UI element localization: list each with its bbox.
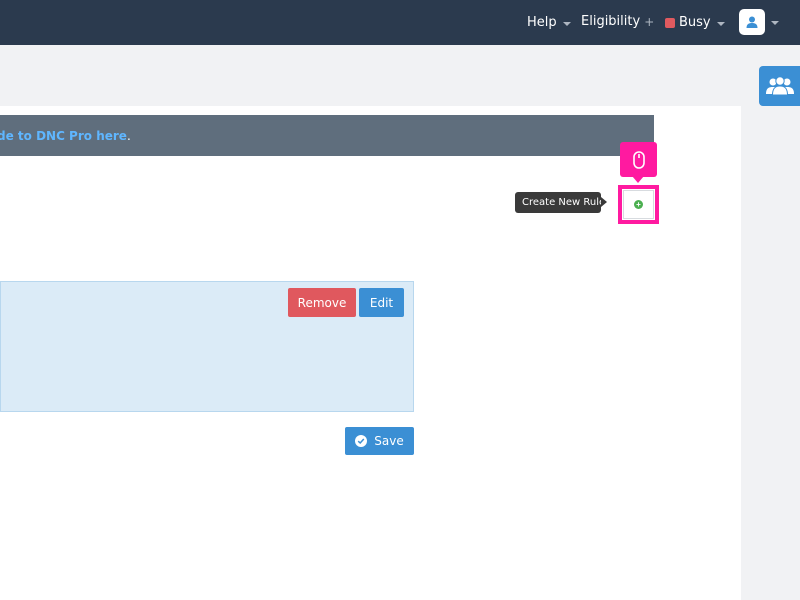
remove-button[interactable]: Remove	[288, 288, 356, 317]
eligibility-label: Eligibility	[581, 14, 641, 29]
plus-circle-icon: +	[634, 200, 643, 209]
status-label: Busy	[679, 15, 711, 30]
upgrade-banner: de to DNC Pro here.	[0, 115, 654, 156]
create-rule-tooltip: Create New Rule	[515, 192, 601, 213]
check-circle-icon	[355, 435, 368, 447]
user-icon	[746, 16, 758, 28]
help-menu[interactable]: Help	[527, 0, 571, 45]
top-navbar: Help Eligibility + Busy	[0, 0, 800, 45]
mouse-click-indicator	[620, 142, 657, 177]
create-new-rule-button[interactable]: +	[623, 190, 654, 219]
mouse-icon	[632, 150, 645, 169]
save-button[interactable]: Save	[345, 427, 414, 455]
status-indicator	[665, 17, 675, 28]
banner-period: .	[126, 128, 131, 143]
help-label: Help	[527, 15, 557, 30]
team-icon	[765, 76, 794, 96]
save-label: Save	[374, 434, 404, 448]
avatar[interactable]	[739, 9, 765, 35]
status-menu[interactable]: Busy	[665, 0, 725, 45]
edit-button[interactable]: Edit	[359, 288, 404, 317]
mouse-indicator-pointer	[632, 176, 644, 183]
plus-icon: +	[644, 14, 655, 29]
user-menu[interactable]	[739, 9, 779, 35]
chevron-down-icon	[716, 21, 725, 26]
upgrade-link[interactable]: de to DNC Pro here	[0, 129, 127, 143]
chevron-down-icon	[562, 21, 571, 26]
tooltip-arrow	[601, 197, 607, 207]
team-panel-button[interactable]	[759, 66, 800, 106]
eligibility-menu[interactable]: Eligibility +	[581, 0, 654, 44]
chevron-down-icon	[771, 21, 779, 25]
